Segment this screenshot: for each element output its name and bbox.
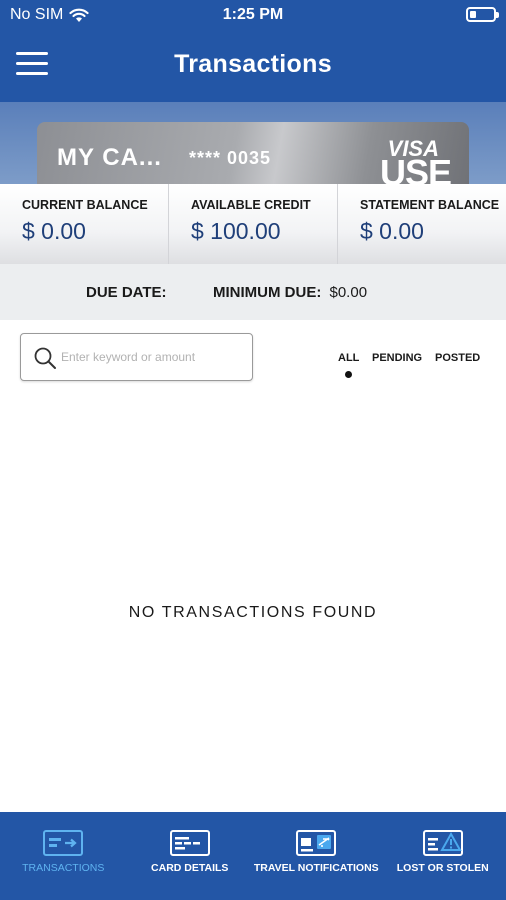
card-number: **** 0035 [189, 148, 272, 168]
statement-balance-value: $ 0.00 [360, 218, 424, 244]
statement-balance: STATEMENT BALANCE $ 0.00 [338, 184, 506, 264]
search-icon [34, 347, 56, 369]
search-input[interactable] [61, 344, 246, 370]
tab-lost-or-stolen[interactable]: LOST OR STOLEN [380, 812, 506, 900]
tab-transactions-label: TRANSACTIONS [22, 862, 105, 874]
statement-balance-label: STATEMENT BALANCE [360, 198, 500, 212]
transactions-icon [43, 830, 84, 856]
search-box[interactable] [20, 333, 253, 381]
page-title: Transactions [174, 50, 332, 78]
available-credit: AVAILABLE CREDIT $ 100.00 [169, 184, 338, 264]
current-balance: CURRENT BALANCE $ 0.00 [0, 184, 169, 264]
credit-card[interactable]: MY CA... **** 0035 VISA USE [37, 122, 469, 184]
travel-notifications-icon [296, 830, 337, 856]
tab-transactions[interactable]: TRANSACTIONS [0, 812, 127, 900]
card-brand-logo: USE [379, 152, 452, 184]
status-bar: No SIM 1:25 PM [0, 0, 506, 30]
current-balance-label: CURRENT BALANCE [22, 198, 148, 212]
tab-travel-notifications-label: TRAVEL NOTIFICATIONS [253, 862, 379, 874]
due-info: DUE DATE: MINIMUM DUE: $0.00 [0, 264, 506, 320]
status-time: 1:25 PM [222, 6, 284, 23]
tab-card-details[interactable]: CARD DETAILS [127, 812, 254, 900]
selected-filter-indicator [345, 371, 352, 378]
minimum-due: MINIMUM DUE: $0.00 [213, 284, 367, 301]
minimum-due-label: MINIMUM DUE: [213, 284, 322, 301]
current-balance-value: $ 0.00 [22, 218, 86, 244]
app-header: No SIM 1:25 PM Transactions [0, 0, 506, 102]
filter-pending[interactable]: PENDING [372, 352, 422, 364]
tab-card-details-label: CARD DETAILS [151, 862, 229, 874]
filter-posted[interactable]: POSTED [435, 352, 480, 364]
card-strip: MY CA... **** 0035 VISA USE [0, 102, 506, 184]
card-name: MY CA... [57, 144, 162, 171]
minimum-due-value: $0.00 [329, 284, 368, 301]
battery-icon [466, 7, 499, 22]
transactions-screen: No SIM 1:25 PM Transactions MY CA... ***… [0, 0, 506, 900]
due-date-label: DUE DATE: [86, 284, 167, 301]
empty-state-message: NO TRANSACTIONS FOUND [128, 604, 378, 621]
balances-bar: CURRENT BALANCE $ 0.00 AVAILABLE CREDIT … [0, 184, 506, 264]
card-details-icon [169, 830, 210, 856]
bottom-tab-bar: TRANSACTIONS CARD DETAILS TRAVEL NOTIFIC… [0, 812, 506, 900]
tab-lost-or-stolen-label: LOST OR STOLEN [396, 862, 489, 874]
available-credit-label: AVAILABLE CREDIT [191, 198, 311, 212]
lost-or-stolen-icon [422, 830, 463, 856]
filter-all[interactable]: ALL [338, 352, 359, 364]
available-credit-value: $ 100.00 [191, 218, 281, 244]
tab-travel-notifications[interactable]: TRAVEL NOTIFICATIONS [253, 812, 380, 900]
